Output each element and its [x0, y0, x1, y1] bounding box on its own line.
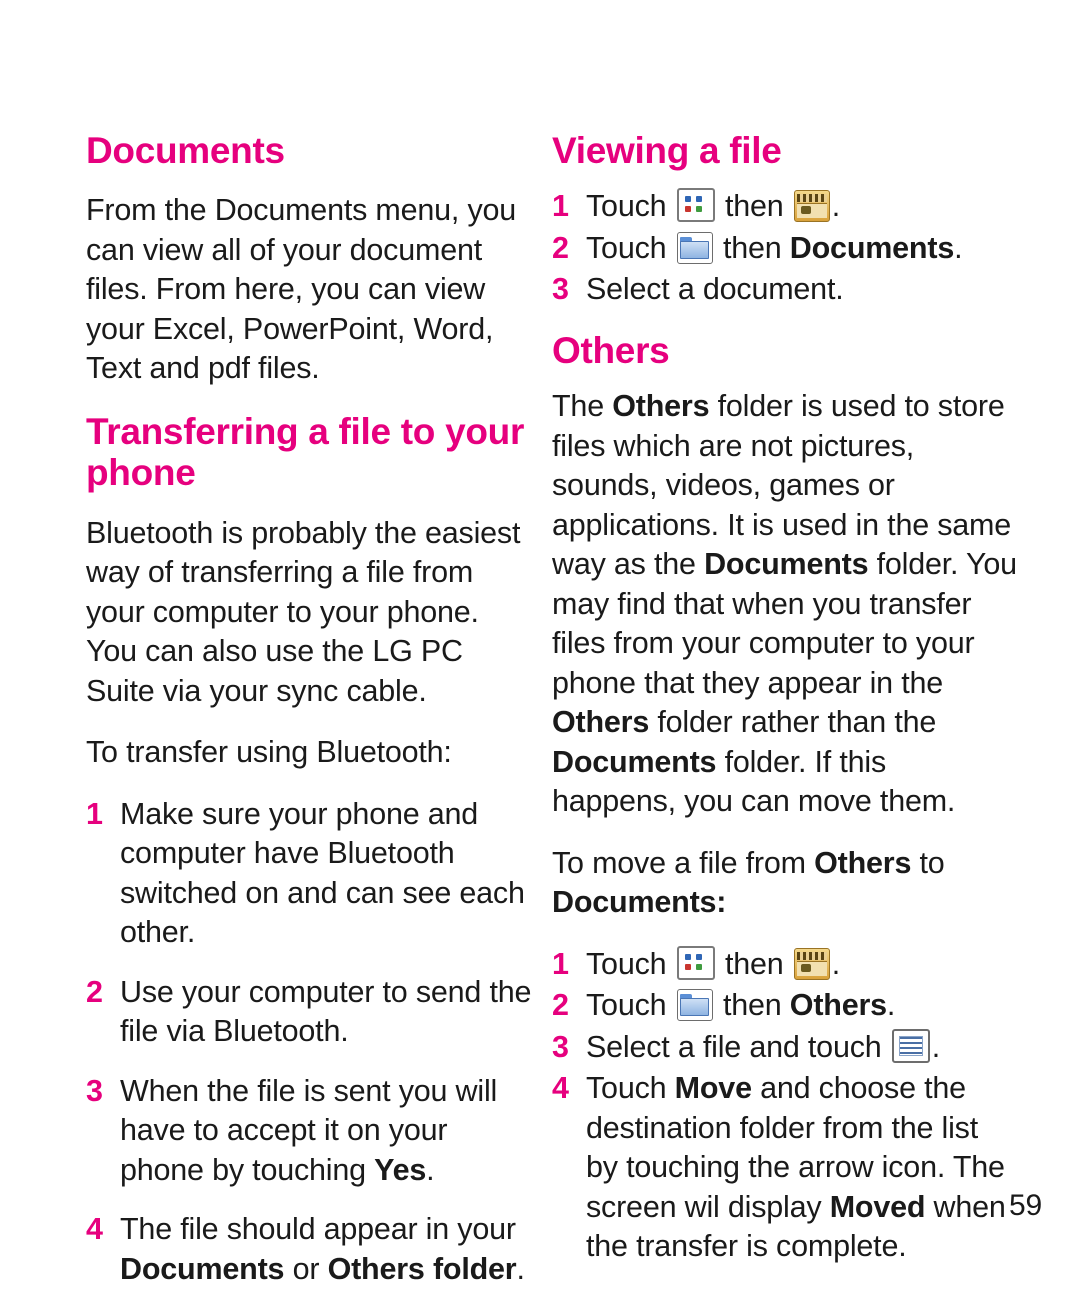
right-column: Viewing a file 1 Touch then . 2 Touch th… [552, 130, 1017, 1287]
step-text-suffix: . [886, 988, 896, 1023]
step-text-middle: then [724, 189, 784, 224]
step-text-bold-moved: Moved [829, 1189, 926, 1224]
move-steps-list: 1 Touch then . 2 Touch then Others. 3 Se… [552, 945, 1017, 1267]
heading-viewing-a-file: Viewing a file [552, 130, 782, 171]
list-item: 3 When the file is sent you will have to… [86, 1072, 536, 1191]
list-item: 1 Touch then . [552, 945, 1017, 985]
document-icon [891, 1028, 930, 1063]
list-item: 1 Make sure your phone and computer have… [86, 795, 536, 953]
list-item: 2 Use your computer to send the file via… [86, 973, 536, 1052]
paragraph-move-file: To move a file from Others to Documents: [552, 844, 1017, 923]
step-text-suffix: . [831, 946, 841, 981]
step-text-bold: Others [789, 988, 887, 1023]
transfer-steps-list: 1 Make sure your phone and computer have… [86, 795, 536, 1290]
step-text: The file should appear in your [120, 1212, 516, 1247]
step-number: 2 [552, 230, 569, 265]
viewing-steps-list: 1 Touch then . 2 Touch then Documents. 3… [552, 187, 1017, 310]
step-number: 1 [552, 189, 569, 224]
list-item: 1 Touch then . [552, 187, 1017, 227]
step-text-middle: then [722, 230, 790, 265]
step-text: Touch [586, 189, 667, 224]
text-fragment: The [552, 389, 613, 424]
list-item: 2 Touch then Others. [552, 986, 1017, 1026]
step-text-mid: or [284, 1251, 328, 1286]
paragraph-others: The Others folder is used to store files… [552, 387, 1017, 822]
step-text-suffix: . [954, 230, 963, 265]
paragraph-bluetooth: Bluetooth is probably the easiest way of… [86, 515, 521, 708]
media-folder-icon [793, 190, 830, 223]
step-text: Touch [586, 1071, 675, 1106]
step-text-suffix: . [931, 1029, 941, 1064]
step-number: 3 [552, 1029, 569, 1064]
list-item: 4 Touch Move and choose the destination … [552, 1069, 1017, 1267]
paragraph-to-transfer: To transfer using Bluetooth: [86, 735, 452, 770]
step-text: Touch [586, 946, 667, 981]
list-item: 3 Select a file and touch . [552, 1028, 1017, 1068]
page-number: 59 [1009, 1189, 1042, 1222]
step-number: 3 [86, 1073, 103, 1108]
heading-transferring-file: Transferring a file to your phone [86, 410, 525, 494]
heading-documents: Documents [86, 130, 285, 171]
text-fragment: To move a file from [552, 845, 815, 880]
media-folder-icon [793, 947, 830, 980]
folder-icon [676, 231, 713, 264]
manual-page: Documents From the Documents menu, you c… [0, 0, 1080, 1295]
step-number: 2 [552, 988, 569, 1023]
text-bold-documents: Documents: [552, 885, 727, 920]
step-text: When the file is sent you will have to a… [120, 1073, 498, 1187]
list-item: 4 The file should appear in your Documen… [86, 1210, 536, 1289]
list-item: 3 Select a document. [552, 270, 1017, 310]
text-bold-documents-2: Documents [552, 744, 717, 779]
folder-icon [676, 989, 713, 1022]
step-text: Select a file and touch [586, 1029, 882, 1064]
paragraph-documents: From the Documents menu, you can view al… [86, 193, 517, 386]
step-text: Touch [586, 230, 667, 265]
text-bold-others: Others [814, 845, 912, 880]
text-fragment: folder rather than the [649, 705, 937, 740]
step-number: 4 [552, 1071, 569, 1106]
step-text-bold: Yes [374, 1152, 427, 1187]
step-text-bold-others: Others folder [327, 1251, 517, 1286]
step-number: 1 [552, 946, 569, 981]
text-fragment: to [911, 845, 945, 880]
step-text-bold-documents: Documents [120, 1251, 285, 1286]
step-text: Touch [586, 988, 667, 1023]
step-text-after: . [426, 1152, 435, 1187]
step-text-after: . [516, 1251, 525, 1286]
step-text-suffix: . [831, 189, 841, 224]
step-text-middle: then [722, 988, 790, 1023]
step-text: Make sure your phone and computer have B… [120, 796, 525, 950]
grid-apps-icon [676, 945, 715, 980]
step-text-bold: Documents [789, 230, 955, 265]
step-text: Use your computer to send the file via B… [120, 974, 532, 1049]
step-number: 4 [86, 1212, 103, 1247]
step-number: 1 [86, 796, 103, 831]
step-number: 3 [552, 272, 569, 307]
text-bold-others: Others [612, 389, 710, 424]
step-text: Select a document. [586, 272, 844, 307]
text-bold-others-2: Others [552, 705, 650, 740]
step-text-middle: then [724, 946, 784, 981]
step-text-bold-move: Move [674, 1071, 752, 1106]
list-item: 2 Touch then Documents. [552, 229, 1017, 269]
grid-apps-icon [676, 188, 715, 223]
step-number: 2 [86, 974, 103, 1009]
left-column: Documents From the Documents menu, you c… [86, 130, 536, 1309]
text-bold-documents: Documents [704, 547, 869, 582]
heading-others: Others [552, 329, 670, 371]
